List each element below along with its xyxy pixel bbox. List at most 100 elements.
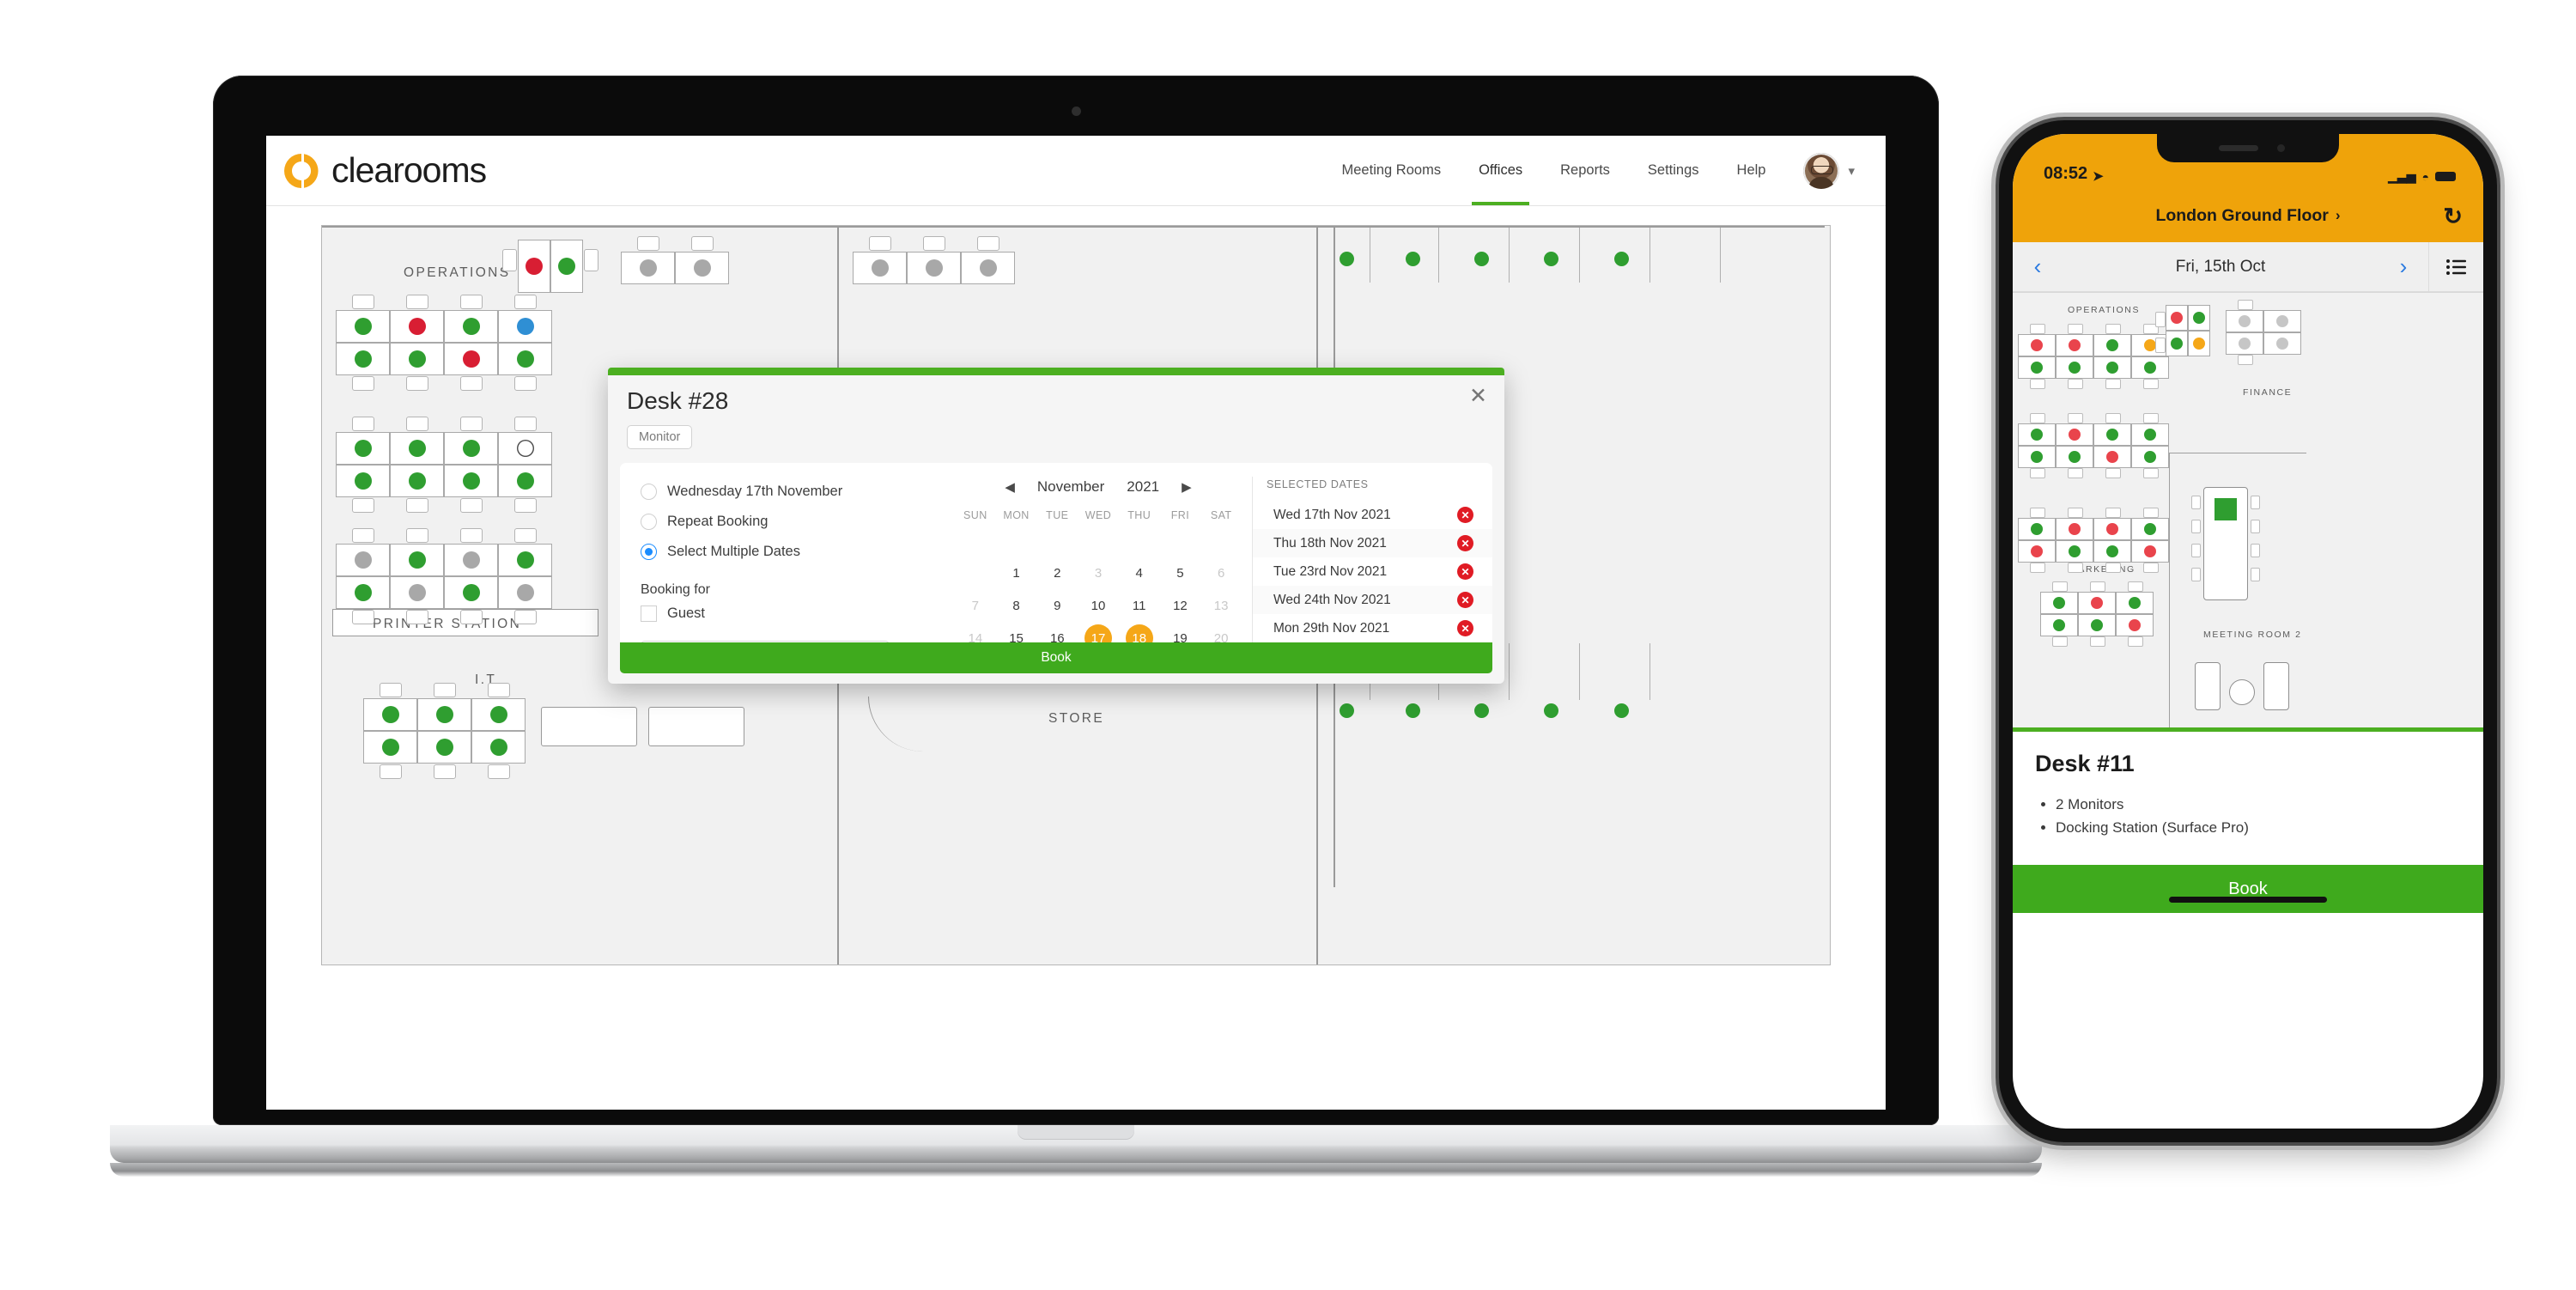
desk[interactable] xyxy=(444,465,498,513)
phone-floorplan[interactable]: OPERATIONS FINANCE MARKETING MEETING ROO… xyxy=(2013,292,2483,732)
desk[interactable] xyxy=(498,528,552,576)
calendar-day-5[interactable]: 5 xyxy=(1160,559,1201,587)
calendar-day-19[interactable]: 19 xyxy=(1160,624,1201,643)
calendar-day-11[interactable]: 11 xyxy=(1119,592,1160,619)
phone-desk[interactable] xyxy=(2188,331,2210,356)
phone-desk[interactable] xyxy=(2078,581,2116,614)
phone-desk[interactable] xyxy=(2056,413,2093,446)
phone-desk[interactable] xyxy=(2131,413,2169,446)
phone-desk[interactable] xyxy=(2093,446,2131,478)
nav-item-reports[interactable]: Reports xyxy=(1541,136,1629,205)
desk[interactable] xyxy=(444,295,498,343)
phone-desk[interactable] xyxy=(2018,413,2056,446)
next-day-button[interactable]: › xyxy=(2379,253,2428,280)
calendar-day-18[interactable]: 18 xyxy=(1119,624,1160,642)
avatar[interactable] xyxy=(1803,152,1840,189)
desk[interactable] xyxy=(336,343,390,391)
phone-desk[interactable] xyxy=(2226,300,2263,332)
phone-desk[interactable] xyxy=(2056,324,2093,356)
close-icon[interactable]: ✕ xyxy=(1469,386,1487,407)
phone-desk[interactable] xyxy=(2078,614,2116,647)
desk[interactable] xyxy=(390,295,444,343)
remove-date-icon[interactable]: ✕ xyxy=(1457,563,1473,580)
caret-left-icon[interactable]: ◀ xyxy=(1005,479,1015,495)
phone-desk[interactable] xyxy=(2018,508,2056,540)
desk[interactable] xyxy=(363,683,417,731)
desk[interactable] xyxy=(471,731,526,779)
desk[interactable] xyxy=(390,465,444,513)
phone-desk[interactable] xyxy=(2116,581,2154,614)
calendar-grid[interactable]: SUN MON TUE WED THU FRI SAT 1 2 3 4 5 6 7 8 9 10 11 12 13 14… xyxy=(955,509,1242,642)
phone-desk[interactable] xyxy=(2131,446,2169,478)
desk[interactable] xyxy=(390,528,444,576)
radio-option-multiple-dates[interactable]: Select Multiple Dates xyxy=(641,544,951,560)
calendar-day-10[interactable]: 10 xyxy=(1078,592,1119,619)
phone-desk[interactable] xyxy=(2263,332,2301,355)
phone-desk[interactable] xyxy=(2056,508,2093,540)
desk[interactable] xyxy=(390,417,444,465)
desk[interactable] xyxy=(336,528,390,576)
book-button[interactable]: Book xyxy=(620,642,1492,673)
nav-item-meeting-rooms[interactable]: Meeting Rooms xyxy=(1323,136,1461,205)
desk[interactable] xyxy=(444,576,498,624)
calendar-day-9[interactable]: 9 xyxy=(1036,592,1078,619)
desk[interactable] xyxy=(336,465,390,513)
calendar-day-16[interactable]: 16 xyxy=(1036,624,1078,643)
desk[interactable] xyxy=(498,343,552,391)
desk[interactable] xyxy=(336,417,390,465)
desk[interactable] xyxy=(498,465,552,513)
desk[interactable] xyxy=(853,236,907,284)
phone-desk[interactable] xyxy=(2040,581,2078,614)
list-view-icon[interactable] xyxy=(2428,242,2483,291)
phone-book-button[interactable]: Book xyxy=(2013,865,2483,913)
guest-checkbox-row[interactable]: Guest xyxy=(641,605,951,622)
phone-desk[interactable] xyxy=(2018,540,2056,573)
desk[interactable] xyxy=(363,731,417,779)
phone-desk[interactable] xyxy=(2018,446,2056,478)
radio-option-repeat-booking[interactable]: Repeat Booking xyxy=(641,514,951,530)
desk[interactable] xyxy=(336,295,390,343)
desk[interactable] xyxy=(390,343,444,391)
calendar-day-12[interactable]: 12 xyxy=(1160,592,1201,619)
phone-desk[interactable] xyxy=(2226,332,2263,365)
phone-desk[interactable] xyxy=(2093,324,2131,356)
desk[interactable] xyxy=(444,343,498,391)
desk[interactable] xyxy=(907,236,961,284)
remove-date-icon[interactable]: ✕ xyxy=(1457,535,1473,551)
calendar-day-1[interactable]: 1 xyxy=(996,559,1037,587)
caret-right-icon[interactable]: ▶ xyxy=(1182,479,1192,495)
desk[interactable] xyxy=(621,236,675,284)
desk[interactable] xyxy=(417,683,471,731)
calendar-day-2[interactable]: 2 xyxy=(1036,559,1078,587)
desk[interactable] xyxy=(961,236,1015,284)
desk[interactable] xyxy=(444,417,498,465)
nav-item-settings[interactable]: Settings xyxy=(1629,136,1718,205)
phone-desk[interactable] xyxy=(2093,356,2131,389)
phone-desk[interactable] xyxy=(2131,356,2169,389)
desk[interactable] xyxy=(498,295,552,343)
radio-option-single-date[interactable]: Wednesday 17th November xyxy=(641,484,951,500)
nav-item-help[interactable]: Help xyxy=(1718,136,1785,205)
phone-header-title[interactable]: London Ground Floor xyxy=(2155,206,2328,226)
user-select-input[interactable]: Type user name or email xyxy=(641,641,890,642)
phone-desk[interactable] xyxy=(2131,508,2169,540)
desk[interactable] xyxy=(498,417,552,465)
phone-desk[interactable] xyxy=(2188,305,2210,331)
desk-28-selected[interactable] xyxy=(550,240,598,293)
remove-date-icon[interactable]: ✕ xyxy=(1457,592,1473,608)
calendar-day-8[interactable]: 8 xyxy=(996,592,1037,619)
desk[interactable] xyxy=(417,731,471,779)
user-menu[interactable]: ▾ xyxy=(1803,152,1855,189)
desk[interactable] xyxy=(471,683,526,731)
desk[interactable] xyxy=(675,236,729,284)
brand-logo[interactable]: clearooms xyxy=(282,150,487,191)
nav-item-offices[interactable]: Offices xyxy=(1460,136,1541,205)
phone-desk[interactable] xyxy=(2263,310,2301,332)
phone-desk[interactable] xyxy=(2018,356,2056,389)
phone-desk[interactable] xyxy=(2116,614,2154,647)
phone-desk[interactable] xyxy=(2040,614,2078,647)
phone-desk[interactable] xyxy=(2018,324,2056,356)
phone-desk[interactable] xyxy=(2093,508,2131,540)
calendar-day-4[interactable]: 4 xyxy=(1119,559,1160,587)
phone-desk[interactable] xyxy=(2155,331,2188,356)
